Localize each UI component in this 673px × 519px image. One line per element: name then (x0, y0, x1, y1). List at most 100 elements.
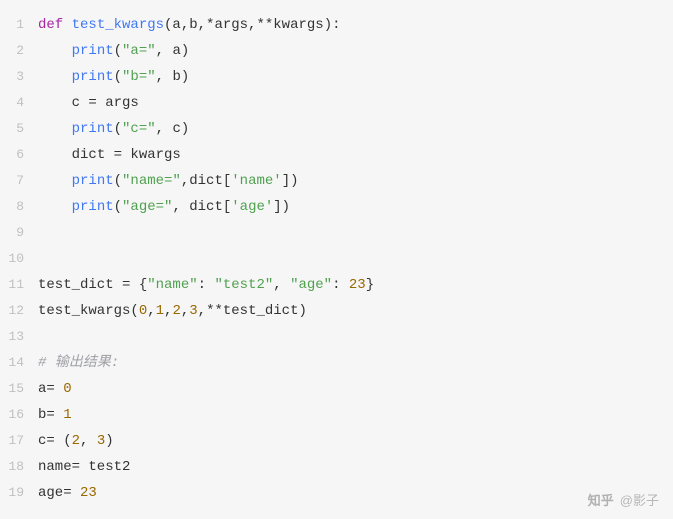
token-pr: dict = kwargs (72, 147, 181, 163)
token-st: 'name' (231, 173, 281, 189)
token-pr: ) (105, 433, 113, 449)
token-st: "b=" (122, 69, 156, 85)
code-content: print("name=",dict['name']) (38, 168, 673, 194)
token-nu: 2 (72, 433, 80, 449)
token-pr: } (366, 277, 374, 293)
token-nu: 1 (156, 303, 164, 319)
token-fn: test_kwargs (72, 17, 164, 33)
line-number: 8 (0, 194, 38, 220)
code-content: name= test2 (38, 454, 673, 480)
code-content: test_dict = {"name": "test2", "age": 23} (38, 272, 673, 298)
token-pr: : (332, 277, 349, 293)
code-content: # 输出结果: (38, 350, 673, 376)
token-pr: ** (256, 17, 273, 33)
line-number: 11 (0, 272, 38, 298)
token-pr: , (80, 433, 97, 449)
token-nu: 3 (189, 303, 197, 319)
code-line: 19age= 23 (0, 480, 673, 506)
token-nu: 1 (63, 407, 71, 423)
code-content: test_kwargs(0,1,2,3,**test_dict) (38, 298, 673, 324)
token-kw: def (38, 17, 72, 33)
token-nu: 2 (172, 303, 180, 319)
code-line: 5 print("c=", c) (0, 116, 673, 142)
code-line: 7 print("name=",dict['name']) (0, 168, 673, 194)
token-pr: , c) (156, 121, 190, 137)
line-number: 6 (0, 142, 38, 168)
token-pr: , a) (156, 43, 190, 59)
code-line: 3 print("b=", b) (0, 64, 673, 90)
code-line: 1def test_kwargs(a,b,*args,**kwargs): (0, 12, 673, 38)
token-pr: ,**test_dict) (198, 303, 307, 319)
token-nu: 0 (139, 303, 147, 319)
token-pr: b= (38, 407, 63, 423)
code-content: a= 0 (38, 376, 673, 402)
code-block: 1def test_kwargs(a,b,*args,**kwargs):2 p… (0, 0, 673, 506)
code-line: 6 dict = kwargs (0, 142, 673, 168)
token-pr: args, (214, 17, 256, 33)
token-pr: , dict[ (172, 199, 231, 215)
token-st: "c=" (122, 121, 156, 137)
token-fn: print (72, 69, 114, 85)
code-line: 17c= (2, 3) (0, 428, 673, 454)
token-st: "age" (290, 277, 332, 293)
code-content: print("c=", c) (38, 116, 673, 142)
watermark-author: @影子 (620, 490, 659, 509)
code-content: print("b=", b) (38, 64, 673, 90)
token-st: 'age' (231, 199, 273, 215)
token-st: "test2" (214, 277, 273, 293)
token-pr: kwargs): (273, 17, 340, 33)
token-pr: ( (114, 121, 122, 137)
code-content: dict = kwargs (38, 142, 673, 168)
code-line: 16b= 1 (0, 402, 673, 428)
code-line: 8 print("age=", dict['age']) (0, 194, 673, 220)
line-number: 3 (0, 64, 38, 90)
token-pr: ( (114, 199, 122, 215)
line-number: 4 (0, 90, 38, 116)
token-pr: (a,b, (164, 17, 206, 33)
line-number: 1 (0, 12, 38, 38)
token-cm: # 输出结果: (38, 355, 119, 371)
token-pr: ]) (282, 173, 299, 189)
code-content: age= 23 (38, 480, 673, 506)
line-number: 2 (0, 38, 38, 64)
line-number: 17 (0, 428, 38, 454)
token-nu: 3 (97, 433, 105, 449)
code-content: def test_kwargs(a,b,*args,**kwargs): (38, 12, 673, 38)
code-line: 11test_dict = {"name": "test2", "age": 2… (0, 272, 673, 298)
line-number: 7 (0, 168, 38, 194)
token-pr: ]) (273, 199, 290, 215)
token-pr: test_kwargs( (38, 303, 139, 319)
token-pr: ( (114, 43, 122, 59)
token-pr: ( (114, 173, 122, 189)
code-content: c= (2, 3) (38, 428, 673, 454)
code-content: print("age=", dict['age']) (38, 194, 673, 220)
token-pr: , b) (156, 69, 190, 85)
token-pr: ( (114, 69, 122, 85)
token-st: "name=" (122, 173, 181, 189)
code-line: 9 (0, 220, 673, 246)
code-line: 4 c = args (0, 90, 673, 116)
token-nu: 23 (349, 277, 366, 293)
line-number: 9 (0, 220, 38, 246)
token-pr: age= (38, 485, 80, 501)
zhihu-logo-icon: 知乎 (588, 490, 614, 509)
token-pr: , (273, 277, 290, 293)
token-st: "name" (147, 277, 197, 293)
token-st: "a=" (122, 43, 156, 59)
token-fn: print (72, 121, 114, 137)
token-pr: name= test2 (38, 459, 130, 475)
token-pr: : (198, 277, 215, 293)
code-line: 12test_kwargs(0,1,2,3,**test_dict) (0, 298, 673, 324)
token-nu: 23 (80, 485, 97, 501)
code-line: 14# 输出结果: (0, 350, 673, 376)
token-pr: , (181, 303, 189, 319)
token-pr: c = args (72, 95, 139, 111)
line-number: 16 (0, 402, 38, 428)
line-number: 13 (0, 324, 38, 350)
line-number: 18 (0, 454, 38, 480)
token-pr: ,dict[ (181, 173, 231, 189)
line-number: 14 (0, 350, 38, 376)
token-st: "age=" (122, 199, 172, 215)
code-line: 15a= 0 (0, 376, 673, 402)
token-fn: print (72, 199, 114, 215)
